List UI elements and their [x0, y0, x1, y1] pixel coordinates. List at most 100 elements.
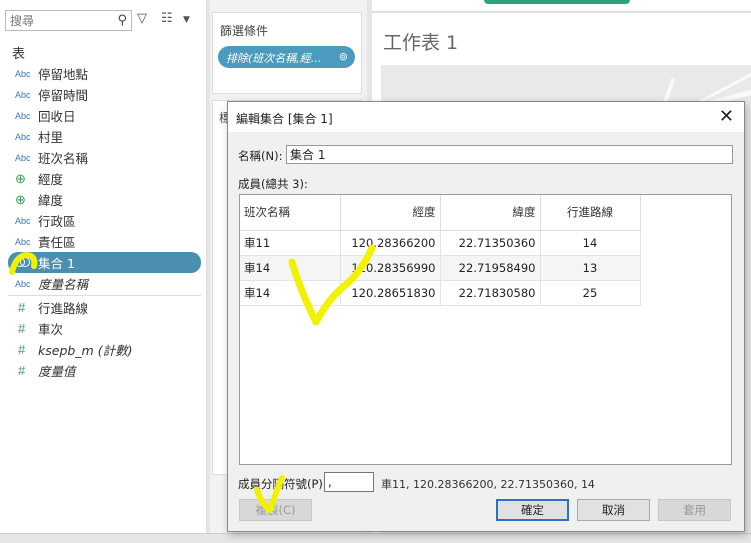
table-cell: 22.71830580	[440, 280, 541, 306]
table-cell: 車14	[240, 280, 341, 306]
members-table-box[interactable]: 班次名稱 經度 緯度 行進路線 車11 120.28366200 22.7135…	[239, 194, 732, 465]
filter-pill-label: 排除(班次名稱,經...	[226, 52, 322, 65]
table-header-row: 班次名稱 經度 緯度 行進路線	[240, 195, 641, 231]
string-type-icon: Abc	[15, 131, 31, 142]
string-type-icon: Abc	[15, 215, 31, 226]
table-cell: 車14	[240, 255, 341, 281]
set-icon	[8, 256, 38, 270]
dialog-title: 編輯集合 [集合 1]	[236, 112, 333, 126]
string-type-icon: Abc	[15, 236, 31, 247]
table-cell: 22.71350360	[440, 230, 541, 256]
field-label: 度量值	[38, 364, 76, 379]
field-label: 車次	[38, 322, 64, 337]
number-type-icon: #	[18, 300, 26, 315]
members-label: 成員(總共 3):	[238, 177, 308, 191]
edit-set-dialog: 編輯集合 [集合 1] ✕ 名稱(N): 成員(總共 3): 班次名稱 經度 緯…	[227, 101, 745, 532]
field-label: 停留時間	[38, 88, 89, 103]
set-icon: ⊚	[338, 50, 348, 63]
field-label: 停留地點	[38, 67, 89, 82]
show-me-tab[interactable]	[484, 0, 630, 4]
field-item[interactable]: # ksepb_m (計數)	[8, 339, 201, 360]
number-type-icon: #	[18, 342, 26, 357]
table-cell: 120.28366200	[340, 230, 441, 256]
field-item[interactable]: Abc 度量名稱	[8, 273, 201, 294]
table-cell: 120.28356990	[340, 255, 441, 281]
list-view-icon[interactable]: ☷	[161, 11, 173, 26]
field-item[interactable]: Abc 村里	[8, 126, 201, 147]
status-bar	[0, 533, 751, 543]
field-item[interactable]: ⊕ 緯度	[8, 189, 201, 210]
field-item[interactable]: # 行進路線	[8, 297, 201, 318]
field-label: 班次名稱	[38, 151, 89, 166]
field-label: 責任區	[38, 235, 76, 250]
copy-button[interactable]: 複製(C)	[239, 499, 312, 521]
field-item[interactable]: Abc 停留時間	[8, 84, 201, 105]
filters-title: 篩選條件	[220, 24, 269, 38]
string-type-icon: Abc	[15, 89, 31, 100]
field-item-set-1[interactable]: 集合 1	[8, 252, 201, 273]
field-item[interactable]: ⊕ 經度	[8, 168, 201, 189]
sheet-title[interactable]: 工作表 1	[383, 28, 458, 55]
field-item[interactable]: # 車次	[8, 318, 201, 339]
field-item[interactable]: Abc 行政區	[8, 210, 201, 231]
field-item[interactable]: Abc 責任區	[8, 231, 201, 252]
search-input[interactable]	[6, 11, 111, 30]
members-table: 班次名稱 經度 緯度 行進路線 車11 120.28366200 22.7135…	[240, 195, 641, 306]
table-row[interactable]: 車14 120.28356990 22.71958490 13	[240, 255, 641, 281]
divider	[8, 295, 201, 296]
cancel-button[interactable]: 取消	[577, 499, 650, 521]
dialog-title-bar: 編輯集合 [集合 1] ✕	[228, 102, 744, 132]
string-type-icon: Abc	[15, 110, 31, 121]
field-label: 行政區	[38, 214, 76, 229]
field-label: 行進路線	[38, 301, 89, 316]
top-toolbar-strip	[372, 0, 751, 12]
set-name-input[interactable]	[286, 145, 733, 164]
field-label: ksepb_m (計數)	[38, 343, 133, 358]
filter-pill[interactable]: 排除(班次名稱,經... ⊚	[218, 46, 355, 68]
table-section-title: 表	[12, 47, 26, 62]
close-icon[interactable]: ✕	[719, 106, 734, 127]
field-label: 經度	[38, 172, 64, 187]
table-cell: 車11	[240, 230, 341, 256]
column-header[interactable]: 經度	[340, 195, 441, 231]
column-header[interactable]: 緯度	[440, 195, 541, 231]
search-box[interactable]: ⚲	[5, 10, 132, 31]
separator-preview: 車11, 120.28366200, 22.71350360, 14	[381, 478, 595, 491]
column-header[interactable]: 行進路線	[540, 195, 641, 231]
string-type-icon: Abc	[15, 278, 31, 289]
globe-icon: ⊕	[15, 170, 26, 186]
field-label: 集合 1	[38, 256, 75, 271]
table-row[interactable]: 車14 120.28651830 22.71830580 25	[240, 280, 641, 306]
column-header[interactable]: 班次名稱	[240, 195, 341, 231]
name-label: 名稱(N):	[238, 149, 283, 163]
field-item[interactable]: Abc 停留地點	[8, 63, 201, 84]
filter-icon[interactable]: ▽	[137, 11, 147, 26]
search-icon[interactable]: ⚲	[117, 13, 127, 28]
table-cell: 13	[540, 255, 641, 281]
number-type-icon: #	[18, 363, 26, 378]
table-cell: 120.28651830	[340, 280, 441, 306]
field-item[interactable]: Abc 回收日	[8, 105, 201, 126]
separator-label: 成員分隔符號(P)	[238, 477, 323, 491]
table-cell: 14	[540, 230, 641, 256]
table-row[interactable]: 車11 120.28366200 22.71350360 14	[240, 230, 641, 256]
field-label: 度量名稱	[38, 277, 89, 292]
string-type-icon: Abc	[15, 68, 31, 79]
table-cell: 22.71958490	[440, 255, 541, 281]
field-item[interactable]: # 度量值	[8, 360, 201, 381]
field-item[interactable]: Abc 班次名稱	[8, 147, 201, 168]
filters-card: 篩選條件 排除(班次名稱,經... ⊚	[212, 12, 362, 94]
table-cell: 25	[540, 280, 641, 306]
ok-button[interactable]: 確定	[496, 499, 569, 521]
field-label: 村里	[38, 130, 64, 145]
number-type-icon: #	[18, 321, 26, 336]
apply-button[interactable]: 套用	[658, 499, 731, 521]
string-type-icon: Abc	[15, 152, 31, 163]
tableau-workspace: ⚲ ▽ ☷ ▼ 表 Abc 停留地點 Abc 停留時間 Abc 回收日 Abc 村里 A…	[0, 0, 751, 543]
chevron-down-icon[interactable]: ▼	[183, 15, 190, 25]
globe-icon: ⊕	[15, 191, 26, 207]
field-label: 緯度	[38, 193, 64, 208]
separator-input[interactable]	[324, 472, 374, 492]
data-pane: ⚲ ▽ ☷ ▼ 表 Abc 停留地點 Abc 停留時間 Abc 回收日 Abc 村里 A…	[0, 0, 207, 543]
field-label: 回收日	[38, 109, 76, 124]
